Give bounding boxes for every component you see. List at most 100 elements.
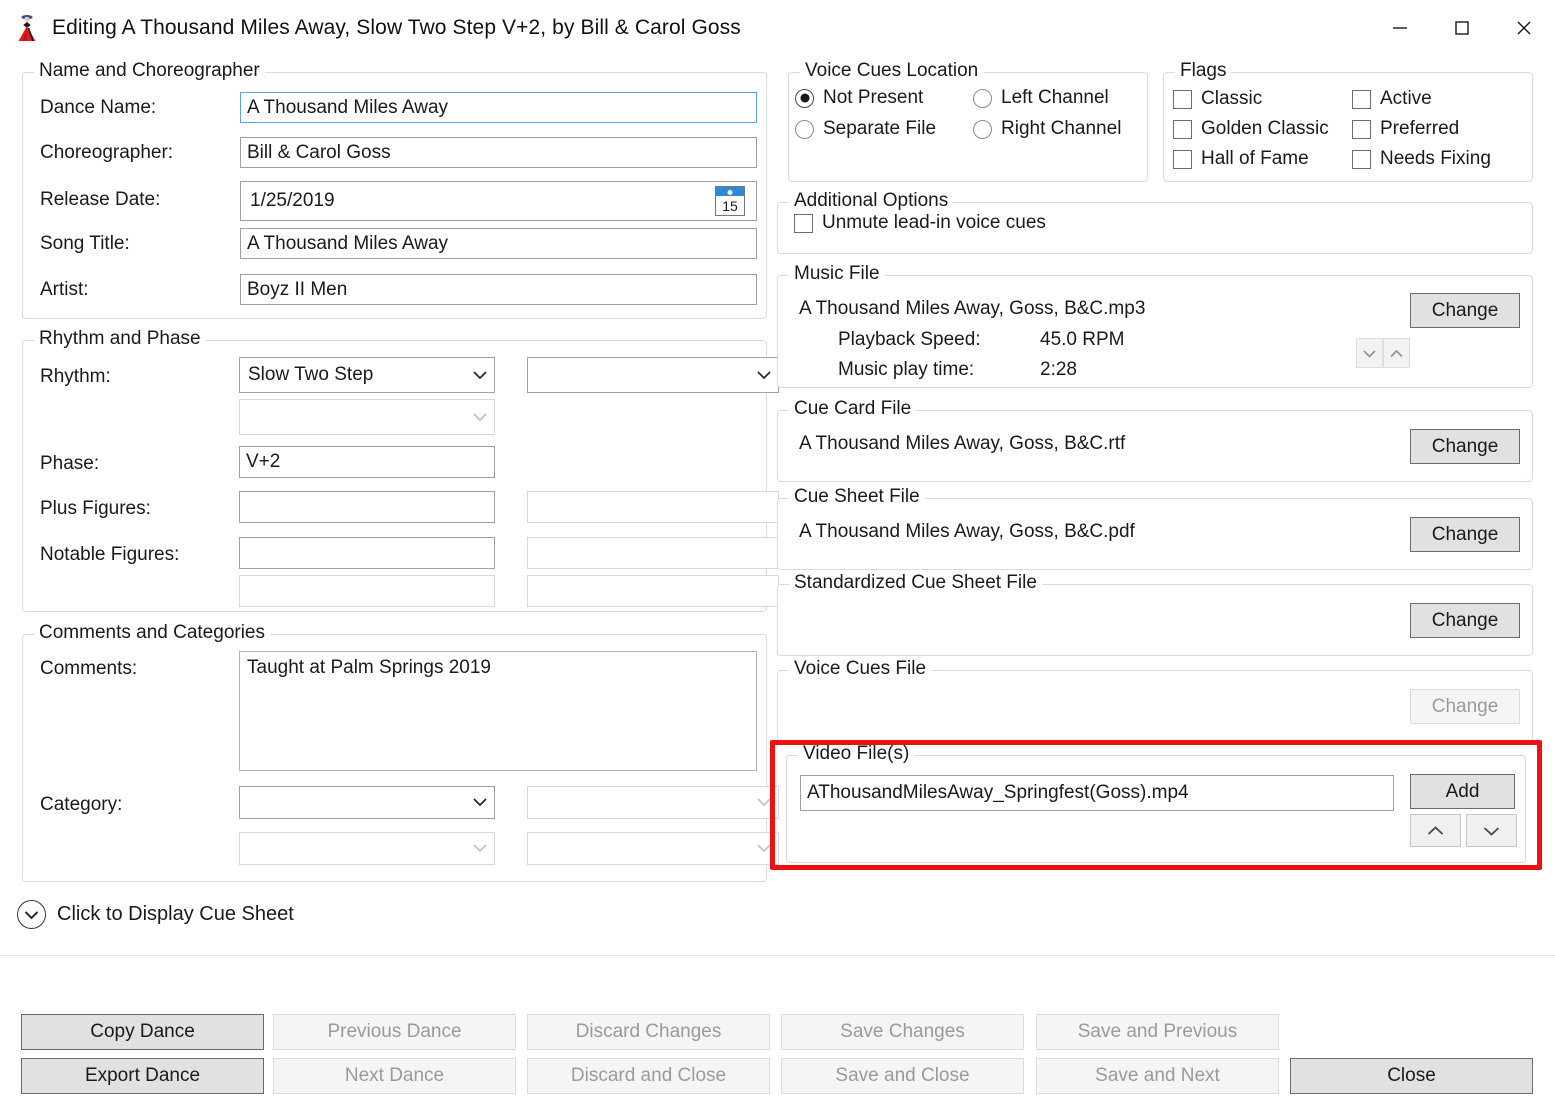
plus-figures-input[interactable] bbox=[239, 491, 495, 523]
chevron-down-icon bbox=[466, 798, 494, 807]
additional-options-legend: Additional Options bbox=[789, 190, 954, 212]
video-files-legend: Video File(s) bbox=[798, 743, 915, 765]
video-file-add-button[interactable]: Add bbox=[1410, 774, 1515, 809]
artist-label: Artist: bbox=[40, 279, 89, 300]
standardized-cue-sheet-file-group: Standardized Cue Sheet File Change bbox=[777, 572, 1533, 656]
dancer-icon bbox=[14, 13, 40, 43]
release-date-input[interactable]: 1/25/2019 bbox=[240, 181, 757, 221]
rhythm-select[interactable]: Slow Two Step bbox=[239, 357, 495, 393]
checkbox-unmute-lead-in-voice-cues[interactable]: Unmute lead-in voice cues bbox=[794, 212, 1046, 234]
copy-dance-button[interactable]: Copy Dance bbox=[21, 1014, 264, 1050]
notable-figures-input[interactable] bbox=[239, 537, 495, 569]
radio-indicator bbox=[973, 119, 992, 139]
checkbox-indicator bbox=[1352, 149, 1371, 169]
flags-legend: Flags bbox=[1175, 60, 1232, 82]
voice-cues-file-change-button: Change bbox=[1410, 689, 1520, 724]
checkbox-classic[interactable]: Classic bbox=[1173, 88, 1262, 110]
dance-name-input[interactable]: A Thousand Miles Away bbox=[240, 92, 757, 123]
category-select-2[interactable] bbox=[527, 786, 779, 819]
radio-left-channel[interactable]: Left Channel bbox=[973, 87, 1109, 109]
category-select-4[interactable] bbox=[527, 832, 779, 865]
standardized-cue-sheet-file-change-button[interactable]: Change bbox=[1410, 603, 1520, 638]
checkbox-golden-classic[interactable]: Golden Classic bbox=[1173, 118, 1329, 140]
checkbox-label: Needs Fixing bbox=[1380, 148, 1491, 169]
cue-card-file-legend: Cue Card File bbox=[789, 398, 917, 420]
checkbox-label: Golden Classic bbox=[1201, 118, 1329, 139]
cue-sheet-file-legend: Cue Sheet File bbox=[789, 486, 925, 508]
playback-speed-up-button[interactable] bbox=[1383, 338, 1410, 368]
category-select-3[interactable] bbox=[239, 832, 495, 865]
music-play-time-label: Music play time: bbox=[838, 359, 975, 380]
video-file-move-up-button[interactable] bbox=[1410, 814, 1461, 847]
previous-dance-button: Previous Dance bbox=[273, 1014, 516, 1050]
chevron-down-icon bbox=[750, 370, 778, 380]
comments-textarea[interactable]: Taught at Palm Springs 2019 bbox=[239, 651, 757, 771]
export-dance-button[interactable]: Export Dance bbox=[21, 1058, 264, 1094]
display-cue-sheet-expander[interactable]: Click to Display Cue Sheet bbox=[17, 900, 294, 929]
date-picker-header bbox=[716, 187, 744, 196]
checkbox-label: Hall of Fame bbox=[1201, 148, 1309, 169]
comments-label: Comments: bbox=[40, 658, 138, 679]
date-picker-icon[interactable]: 15 bbox=[715, 186, 745, 216]
rhythm-and-phase-group: Rhythm and Phase Rhythm: Slow Two Step P… bbox=[22, 328, 779, 612]
video-file-move-down-button[interactable] bbox=[1466, 814, 1517, 847]
phase-input[interactable]: V+2 bbox=[239, 446, 495, 478]
category-select-1[interactable] bbox=[239, 786, 495, 819]
checkbox-indicator bbox=[1173, 89, 1192, 109]
save-and-close-button: Save and Close bbox=[781, 1058, 1024, 1094]
chevron-down-icon bbox=[1483, 820, 1500, 842]
cue-sheet-file-change-button[interactable]: Change bbox=[1410, 517, 1520, 552]
close-button[interactable]: Close bbox=[1290, 1058, 1533, 1094]
checkbox-needs-fixing[interactable]: Needs Fixing bbox=[1352, 148, 1491, 170]
close-window-button[interactable] bbox=[1493, 1, 1555, 55]
rhythm-third-select[interactable] bbox=[239, 399, 495, 435]
standardized-cue-sheet-file-legend: Standardized Cue Sheet File bbox=[789, 572, 1042, 594]
checkbox-preferred[interactable]: Preferred bbox=[1352, 118, 1459, 140]
phase-label: Phase: bbox=[40, 453, 100, 474]
window-title: Editing A Thousand Miles Away, Slow Two … bbox=[52, 15, 741, 39]
flags-group: Flags Classic Active Golden Classic Pref… bbox=[1163, 60, 1533, 182]
voice-cues-location-group: Voice Cues Location Not Present Left Cha… bbox=[788, 60, 1148, 182]
chevron-down-icon bbox=[466, 370, 494, 380]
save-and-next-button: Save and Next bbox=[1036, 1058, 1279, 1094]
notable-figures-row2-input[interactable] bbox=[239, 575, 495, 607]
song-title-label: Song Title: bbox=[40, 233, 130, 254]
rhythm-group-legend: Rhythm and Phase bbox=[34, 328, 206, 350]
song-title-input[interactable]: A Thousand Miles Away bbox=[240, 228, 757, 259]
next-dance-button: Next Dance bbox=[273, 1058, 516, 1094]
minimize-button[interactable] bbox=[1369, 1, 1431, 55]
radio-not-present[interactable]: Not Present bbox=[795, 87, 923, 109]
checkbox-hall-of-fame[interactable]: Hall of Fame bbox=[1173, 148, 1309, 170]
chevron-up-icon bbox=[1427, 820, 1444, 842]
video-file-list-item[interactable]: AThousandMilesAway_Springfest(Goss).mp4 bbox=[800, 775, 1394, 811]
checkbox-label: Classic bbox=[1201, 88, 1263, 109]
radio-indicator-selected bbox=[795, 88, 814, 108]
artist-input[interactable]: Boyz II Men bbox=[240, 274, 757, 305]
cue-card-file-group: Cue Card File A Thousand Miles Away, Gos… bbox=[777, 398, 1533, 482]
bottom-button-bar: Copy Dance Previous Dance Discard Change… bbox=[0, 955, 1555, 1103]
name-group-legend: Name and Choreographer bbox=[34, 60, 265, 82]
music-file-change-button[interactable]: Change bbox=[1410, 293, 1520, 328]
maximize-button[interactable] bbox=[1431, 1, 1493, 55]
chevron-down-icon bbox=[466, 844, 494, 853]
checkbox-active[interactable]: Active bbox=[1352, 88, 1432, 110]
cue-card-file-change-button[interactable]: Change bbox=[1410, 429, 1520, 464]
cue-sheet-file-name: A Thousand Miles Away, Goss, B&C.pdf bbox=[799, 521, 1135, 542]
chevron-down-icon bbox=[1363, 342, 1376, 364]
playback-speed-down-button[interactable] bbox=[1356, 338, 1383, 368]
notable-figures-row2-secondary-input[interactable] bbox=[527, 575, 779, 607]
chevron-down-icon bbox=[750, 798, 778, 807]
radio-indicator bbox=[973, 88, 992, 108]
notable-figures-secondary-input[interactable] bbox=[527, 537, 779, 569]
radio-right-channel[interactable]: Right Channel bbox=[973, 118, 1121, 140]
dance-name-label: Dance Name: bbox=[40, 97, 157, 118]
rhythm-select-value: Slow Two Step bbox=[248, 364, 374, 385]
rhythm-secondary-select[interactable] bbox=[527, 357, 779, 393]
chevron-down-icon bbox=[466, 412, 494, 422]
choreographer-input[interactable]: Bill & Carol Goss bbox=[240, 137, 757, 168]
plus-figures-secondary-input[interactable] bbox=[527, 491, 779, 523]
notable-figures-label: Notable Figures: bbox=[40, 544, 180, 565]
radio-label: Right Channel bbox=[1001, 118, 1122, 139]
voice-cues-file-legend: Voice Cues File bbox=[789, 658, 932, 680]
radio-separate-file[interactable]: Separate File bbox=[795, 118, 936, 140]
